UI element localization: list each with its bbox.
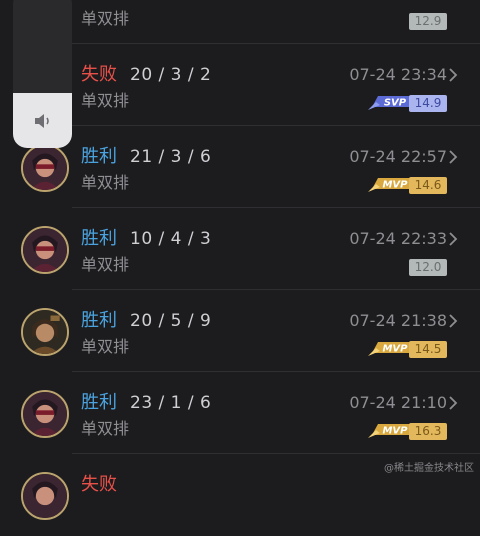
volume-indicator[interactable] <box>13 0 72 148</box>
svg-text:MVP: MVP <box>382 344 408 355</box>
match-time: 07-24 21:38 <box>349 311 447 330</box>
match-score: 16.3 <box>409 423 447 440</box>
match-history-list: 单双排 12.9 失败 20 / 3 / 2 单双排 07-24 23:34 S… <box>0 0 480 520</box>
champion-avatar <box>21 390 69 438</box>
svg-text:MVP: MVP <box>382 426 408 437</box>
kda-stats: 20 / 5 / 9 <box>130 311 212 331</box>
queue-mode: 单双排 <box>81 9 130 28</box>
match-row[interactable]: 胜利 23 / 1 / 6 单双排 07-24 21:10 MVP 16.3 <box>0 372 480 454</box>
queue-mode: 单双排 <box>81 419 130 438</box>
chevron-right-icon <box>449 396 458 410</box>
match-row[interactable]: 胜利 10 / 4 / 3 单双排 07-24 22:33 12.0 <box>0 208 480 290</box>
match-score: 14.9 <box>409 95 447 112</box>
chevron-right-icon <box>449 232 458 246</box>
kda-stats: 10 / 4 / 3 <box>130 229 212 249</box>
match-score: 14.5 <box>409 341 447 358</box>
match-row[interactable]: 单双排 12.9 <box>0 0 480 44</box>
champion-avatar <box>21 308 69 356</box>
match-row[interactable]: 失败 20 / 3 / 2 单双排 07-24 23:34 SVP 14.9 <box>0 44 480 126</box>
match-result: 胜利 <box>81 228 117 249</box>
match-time: 07-24 21:10 <box>349 393 447 412</box>
queue-mode: 单双排 <box>81 337 130 356</box>
watermark: @稀土掘金技术社区 <box>384 463 474 474</box>
champion-avatar <box>21 144 69 192</box>
speaker-icon <box>35 114 49 128</box>
match-score: 12.0 <box>409 259 447 276</box>
svg-text:SVP: SVP <box>384 98 407 109</box>
chevron-right-icon <box>449 150 458 164</box>
queue-mode: 单双排 <box>81 173 130 192</box>
svg-text:MVP: MVP <box>382 180 408 191</box>
match-result: 胜利 <box>81 146 117 167</box>
match-row[interactable]: 胜利 21 / 3 / 6 单双排 07-24 22:57 MVP 14.6 <box>0 126 480 208</box>
chevron-right-icon <box>449 314 458 328</box>
queue-mode: 单双排 <box>81 91 130 110</box>
match-score: 14.6 <box>409 177 447 194</box>
match-row[interactable]: 胜利 20 / 5 / 9 单双排 07-24 21:38 MVP 14.5 <box>0 290 480 372</box>
kda-stats: 21 / 3 / 6 <box>130 147 212 167</box>
match-time: 07-24 22:57 <box>349 147 447 166</box>
match-result: 胜利 <box>81 310 117 331</box>
champion-avatar <box>21 472 69 520</box>
match-result: 失败 <box>81 64 117 85</box>
champion-avatar <box>21 226 69 274</box>
match-result: 失败 <box>81 474 117 495</box>
chevron-right-icon <box>449 68 458 82</box>
kda-stats: 20 / 3 / 2 <box>130 65 212 85</box>
match-time: 07-24 23:34 <box>349 65 447 84</box>
match-result: 胜利 <box>81 392 117 413</box>
kda-stats: 23 / 1 / 6 <box>130 393 212 413</box>
queue-mode: 单双排 <box>81 255 130 274</box>
match-time: 07-24 22:33 <box>349 229 447 248</box>
match-score: 12.9 <box>409 13 447 30</box>
